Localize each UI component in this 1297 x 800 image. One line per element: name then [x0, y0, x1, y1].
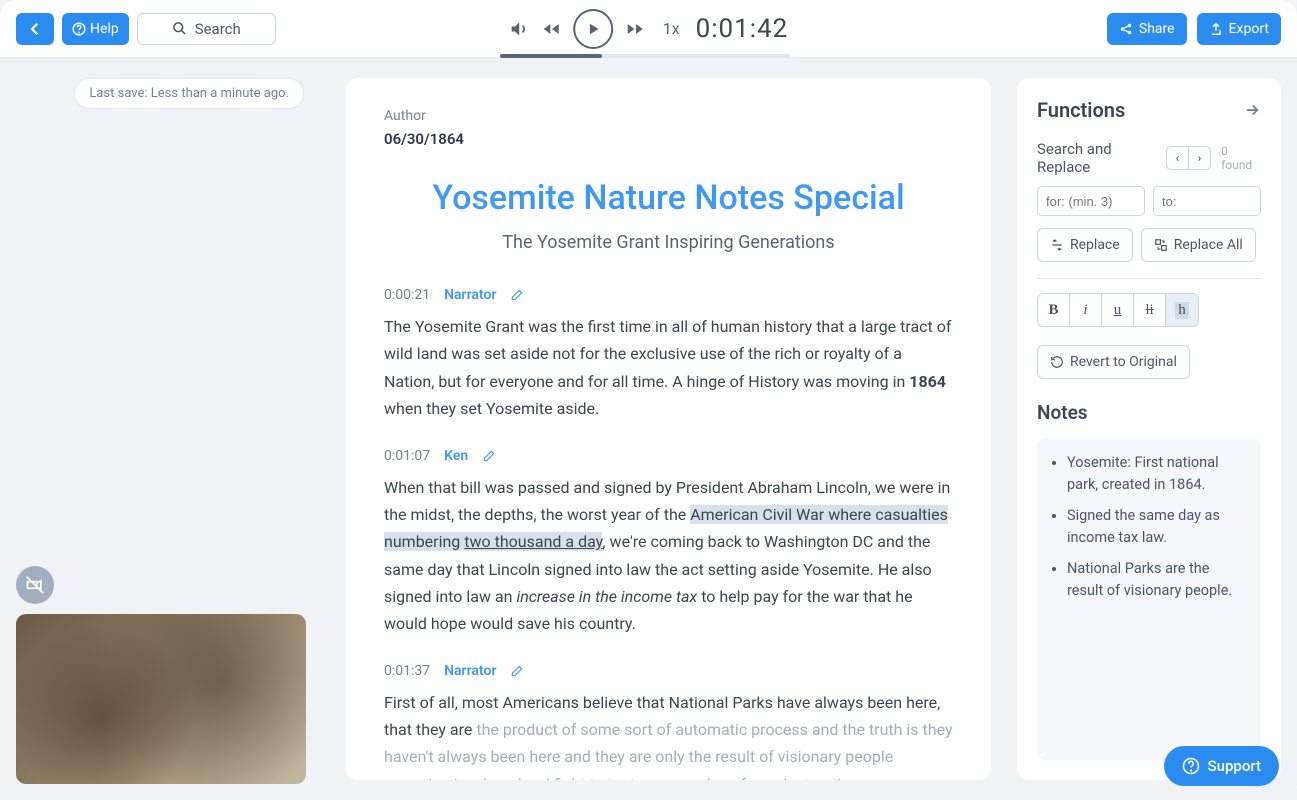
revert-icon: [1050, 355, 1064, 369]
segment-text[interactable]: When that bill was passed and signed by …: [384, 474, 953, 637]
help-button[interactable]: Help: [62, 13, 129, 45]
share-icon: [1119, 22, 1133, 36]
segment-time: 0:01:07: [384, 448, 430, 464]
sr-count: 0 found: [1221, 144, 1261, 172]
edit-speaker-icon[interactable]: [482, 449, 496, 463]
notes-title: Notes: [1037, 401, 1261, 424]
replace-to-input[interactable]: [1153, 186, 1261, 216]
export-icon: [1209, 22, 1223, 36]
replace-icon: [1050, 238, 1064, 252]
bold-button[interactable]: B: [1038, 294, 1070, 326]
segment-speaker[interactable]: Narrator: [444, 287, 496, 303]
video-off-icon: [25, 575, 45, 595]
document: Author 06/30/1864 Yosemite Nature Notes …: [346, 78, 991, 780]
panel-title: Functions: [1037, 98, 1125, 122]
left-column: Last save: Less than a minute ago.: [0, 58, 320, 800]
volume-icon[interactable]: [509, 19, 529, 39]
topbar: Help Search 1x 0:01:42 Share: [0, 0, 1297, 58]
timecode: 0:01:42: [696, 14, 789, 44]
segment-text[interactable]: First of all, most Americans believe tha…: [384, 689, 953, 780]
help-icon: [72, 22, 86, 36]
collapse-icon[interactable]: [1243, 101, 1261, 119]
note-item[interactable]: Signed the same day as income tax law.: [1067, 505, 1245, 550]
rewind-icon[interactable]: [539, 19, 563, 39]
transcript-segment[interactable]: 0:01:37 Narrator First of all, most Americ…: [384, 663, 953, 780]
sr-next[interactable]: ›: [1189, 147, 1211, 169]
play-icon: [585, 21, 601, 37]
notes-box[interactable]: Yosemite: First national park, created i…: [1037, 438, 1261, 760]
note-item[interactable]: National Parks are the result of visiona…: [1067, 558, 1245, 603]
segment-speaker[interactable]: Narrator: [444, 663, 496, 679]
search-label: Search: [195, 20, 241, 38]
sr-prev[interactable]: ‹: [1167, 147, 1189, 169]
segment-time: 0:00:21: [384, 287, 430, 303]
replace-all-button[interactable]: Replace All: [1141, 228, 1256, 262]
edit-speaker-icon[interactable]: [510, 288, 524, 302]
play-button[interactable]: [573, 9, 613, 49]
italic-button[interactable]: i: [1070, 294, 1102, 326]
segment-speaker[interactable]: Ken: [444, 448, 468, 464]
revert-button[interactable]: Revert to Original: [1037, 345, 1190, 379]
arrow-left-icon: [26, 20, 44, 38]
video-thumbnail[interactable]: [16, 614, 306, 784]
export-label: Export: [1229, 21, 1269, 37]
doc-title[interactable]: Yosemite Nature Notes Special: [384, 176, 953, 220]
forward-icon[interactable]: [623, 19, 647, 39]
replace-all-icon: [1154, 238, 1168, 252]
search-icon: [172, 21, 187, 36]
share-button[interactable]: Share: [1107, 13, 1187, 45]
video-toggle[interactable]: [16, 566, 54, 604]
progress-bar[interactable]: [500, 54, 790, 58]
speed-toggle[interactable]: 1x: [663, 19, 680, 38]
underline-button[interactable]: u: [1102, 294, 1134, 326]
transcript-segment[interactable]: 0:00:21 Narrator The Yosemite Grant was th…: [384, 287, 953, 422]
support-button[interactable]: Support: [1164, 746, 1279, 786]
search-button[interactable]: Search: [137, 13, 276, 45]
support-label: Support: [1208, 757, 1261, 775]
replace-button[interactable]: Replace: [1037, 228, 1133, 262]
highlight-button[interactable]: h: [1166, 294, 1198, 326]
functions-panel: Functions Search and Replace ‹ › 0 found: [1017, 78, 1281, 780]
doc-date: 06/30/1864: [384, 130, 953, 148]
export-button[interactable]: Export: [1197, 13, 1281, 45]
edit-speaker-icon[interactable]: [510, 664, 524, 678]
note-item[interactable]: Yosemite: First national park, created i…: [1067, 452, 1245, 497]
transcript-segment[interactable]: 0:01:07 Ken When that bill was passed and …: [384, 448, 953, 637]
support-icon: [1182, 757, 1200, 775]
format-toolbar: B i u li h: [1037, 293, 1199, 327]
sr-label: Search and Replace: [1037, 140, 1166, 176]
back-button[interactable]: [16, 13, 54, 45]
last-save-badge: Last save: Less than a minute ago.: [74, 78, 304, 109]
author-label: Author: [384, 108, 953, 124]
segment-time: 0:01:37: [384, 663, 430, 679]
doc-subtitle[interactable]: The Yosemite Grant Inspiring Generations: [384, 232, 953, 253]
segment-text[interactable]: The Yosemite Grant was the first time in…: [384, 313, 953, 422]
search-for-input[interactable]: [1037, 186, 1145, 216]
help-label: Help: [90, 21, 119, 37]
share-label: Share: [1139, 21, 1175, 37]
strike-button[interactable]: li: [1134, 294, 1166, 326]
player: 1x 0:01:42: [509, 9, 789, 49]
